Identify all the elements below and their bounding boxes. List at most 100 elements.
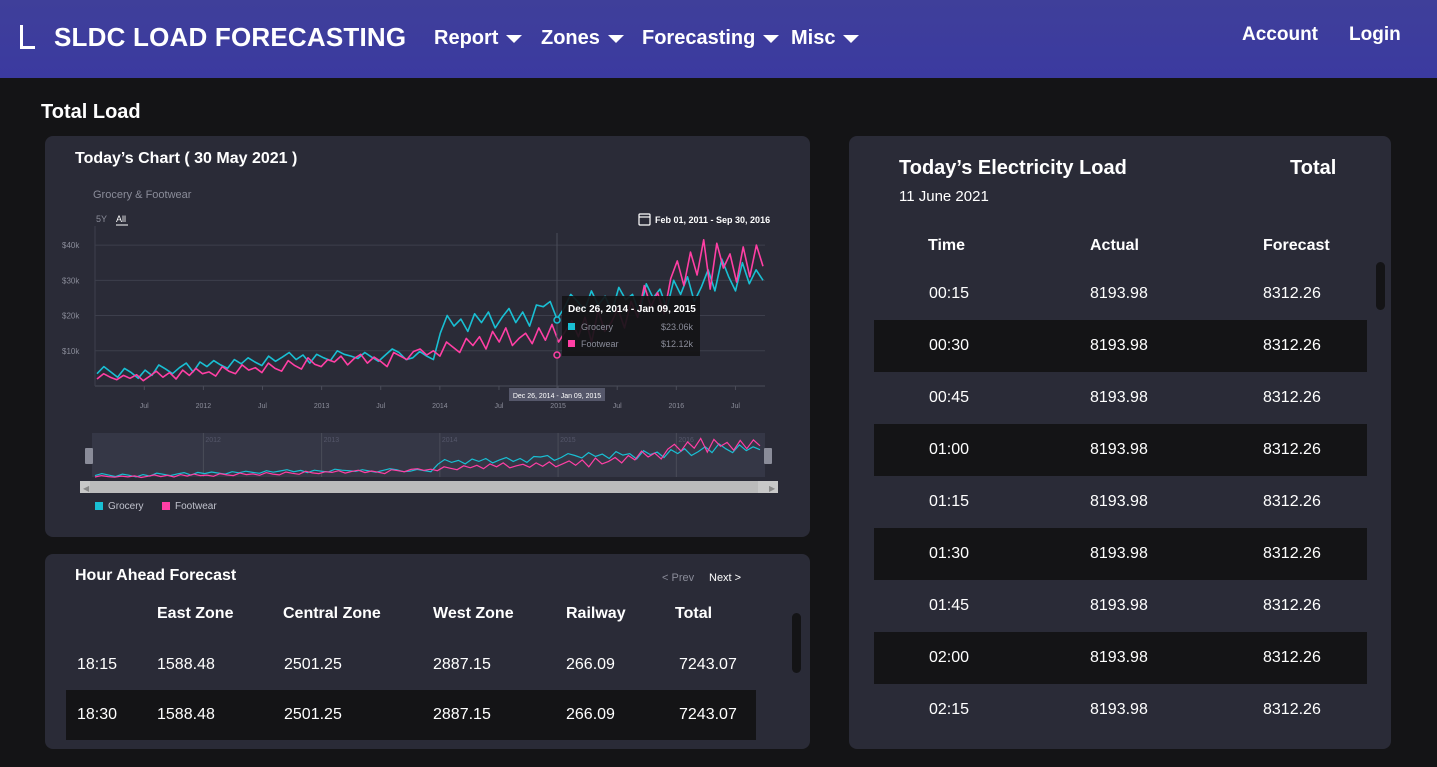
hourly-col-railway: Railway xyxy=(566,605,626,622)
tooltip-value-footwear: $12.12k xyxy=(661,339,694,349)
y-tick-label: $40k xyxy=(62,241,80,250)
nav-menu-forecasting[interactable]: Forecasting xyxy=(642,27,780,50)
x-tick-label: Jul xyxy=(494,403,503,410)
x-tick-label: Jul xyxy=(731,403,740,410)
electricity-actual: 8193.98 xyxy=(1090,285,1148,302)
electricity-actual: 8193.98 xyxy=(1090,493,1148,510)
navigator-tick-label: 2013 xyxy=(324,437,340,444)
electricity-actual: 8193.98 xyxy=(1090,701,1148,718)
table-row: 01:45 8193.98 8312.26 xyxy=(874,580,1367,632)
electricity-actual: 8193.98 xyxy=(1090,597,1148,614)
legend-swatch-footwear xyxy=(162,502,170,510)
electricity-forecast: 8312.26 xyxy=(1263,285,1321,302)
nav-menu-label: Misc xyxy=(791,27,836,49)
hourly-west: 2887.15 xyxy=(433,656,491,673)
electricity-time: 00:30 xyxy=(929,337,970,354)
hourly-scrollbar[interactable] xyxy=(792,613,801,673)
x-tick-label: Jul xyxy=(140,403,149,410)
navigator[interactable]: 2012 2013 2014 2015 2016 xyxy=(85,433,772,479)
legend-swatch-grocery xyxy=(95,502,103,510)
electricity-forecast: 8312.26 xyxy=(1263,701,1321,718)
hourly-central: 2501.25 xyxy=(284,706,342,723)
electricity-title: Today’s Electricity Load xyxy=(899,157,1127,179)
brand-logo-icon[interactable] xyxy=(20,25,35,49)
navigator-scrollbar[interactable]: ◀ ▶ xyxy=(80,481,778,493)
hourly-forecast-title: Hour Ahead Forecast xyxy=(75,567,237,584)
prev-page-button[interactable]: < Prev xyxy=(662,572,694,584)
marker-grocery xyxy=(553,316,561,324)
x-tick-label: Jul xyxy=(258,403,267,410)
hourly-time: 18:15 xyxy=(77,656,118,673)
table-row: 02:00 8193.98 8312.26 xyxy=(874,632,1367,684)
brand-title[interactable]: SLDC LOAD FORECASTING xyxy=(54,22,406,53)
chart-title: Grocery & Footwear xyxy=(93,189,192,201)
hourly-railway: 266.09 xyxy=(566,656,615,673)
marker-footwear xyxy=(553,351,561,359)
hourly-central: 2501.25 xyxy=(284,656,342,673)
hourly-col-west-zone: West Zone xyxy=(433,605,514,622)
table-row: 18:15 1588.48 2501.25 2887.15 266.09 724… xyxy=(66,640,756,690)
electricity-forecast: 8312.26 xyxy=(1263,389,1321,406)
electricity-time: 01:15 xyxy=(929,493,970,510)
electricity-total-label: Total xyxy=(1290,157,1337,179)
next-page-button[interactable]: Next > xyxy=(709,572,741,584)
table-row: 01:15 8193.98 8312.26 xyxy=(874,476,1367,528)
x-tick-label: Jul xyxy=(376,403,385,410)
electricity-forecast: 8312.26 xyxy=(1263,649,1321,666)
login-link[interactable]: Login xyxy=(1349,24,1401,46)
load-chart: Grocery & Footwear 5Y All Feb 01, 2011 -… xyxy=(62,189,778,512)
electricity-col-actual: Actual xyxy=(1090,237,1139,254)
navigator-right-handle[interactable] xyxy=(764,448,772,464)
nav-menu-report[interactable]: Report xyxy=(434,27,523,50)
electricity-actual: 8193.98 xyxy=(1090,545,1148,562)
electricity-actual: 8193.98 xyxy=(1090,441,1148,458)
y-tick-label: $20k xyxy=(62,312,80,321)
legend-label-grocery[interactable]: Grocery xyxy=(108,501,144,512)
hourly-west: 2887.15 xyxy=(433,706,491,723)
hourly-railway: 266.09 xyxy=(566,706,615,723)
tooltip-label-grocery: Grocery xyxy=(581,322,614,332)
tooltip-title: Dec 26, 2014 - Jan 09, 2015 xyxy=(568,304,696,315)
tooltip: Dec 26, 2014 - Jan 09, 2015 Grocery $23.… xyxy=(562,296,700,356)
electricity-time: 02:15 xyxy=(929,701,970,718)
electricity-time: 02:00 xyxy=(929,649,970,666)
nav-menu-misc[interactable]: Misc xyxy=(791,27,860,50)
nav-menu-zones[interactable]: Zones xyxy=(541,27,624,50)
scrollbar-thumb[interactable] xyxy=(90,481,758,493)
nav-menu-label: Report xyxy=(434,27,499,49)
range-button-5y[interactable]: 5Y xyxy=(96,214,107,224)
caret-down-icon xyxy=(843,34,860,43)
caret-down-icon xyxy=(506,34,523,43)
hourly-col-east-zone: East Zone xyxy=(157,605,234,622)
navigator-tick-label: 2012 xyxy=(205,437,221,444)
scroll-left-arrow-icon[interactable]: ◀ xyxy=(83,484,90,493)
navigator-left-handle[interactable] xyxy=(85,448,93,464)
hourly-total: 7243.07 xyxy=(679,656,737,673)
navigator-tick-label: 2015 xyxy=(560,437,576,444)
electricity-forecast: 8312.26 xyxy=(1263,441,1321,458)
electricity-forecast: 8312.26 xyxy=(1263,493,1321,510)
y-tick-label: $30k xyxy=(62,276,80,285)
calendar-icon[interactable] xyxy=(638,213,651,226)
electricity-scrollbar[interactable] xyxy=(1376,262,1385,310)
y-tick-label: $10k xyxy=(62,347,80,356)
nav-menu-label: Zones xyxy=(541,27,600,49)
hourly-east: 1588.48 xyxy=(157,656,215,673)
electricity-time: 01:30 xyxy=(929,545,970,562)
hourly-time: 18:30 xyxy=(77,706,118,723)
electricity-forecast: 8312.26 xyxy=(1263,337,1321,354)
caret-down-icon xyxy=(763,34,780,43)
legend-label-footwear[interactable]: Footwear xyxy=(175,501,217,512)
electricity-time: 00:15 xyxy=(929,285,970,302)
electricity-forecast: 8312.26 xyxy=(1263,597,1321,614)
table-row: 01:30 8193.98 8312.26 xyxy=(874,528,1367,580)
range-button-all[interactable]: All xyxy=(116,214,126,224)
crosshair-date-label: Dec 26, 2014 - Jan 09, 2015 xyxy=(509,388,605,401)
tooltip-swatch-footwear xyxy=(568,340,575,347)
account-link[interactable]: Account xyxy=(1242,24,1318,46)
date-range-label[interactable]: Feb 01, 2011 - Sep 30, 2016 xyxy=(655,215,770,225)
electricity-actual: 8193.98 xyxy=(1090,389,1148,406)
scroll-right-arrow-icon[interactable]: ▶ xyxy=(769,484,776,493)
caret-down-icon xyxy=(607,34,624,43)
navbar: SLDC LOAD FORECASTING Report Zones Forec… xyxy=(0,0,1437,78)
